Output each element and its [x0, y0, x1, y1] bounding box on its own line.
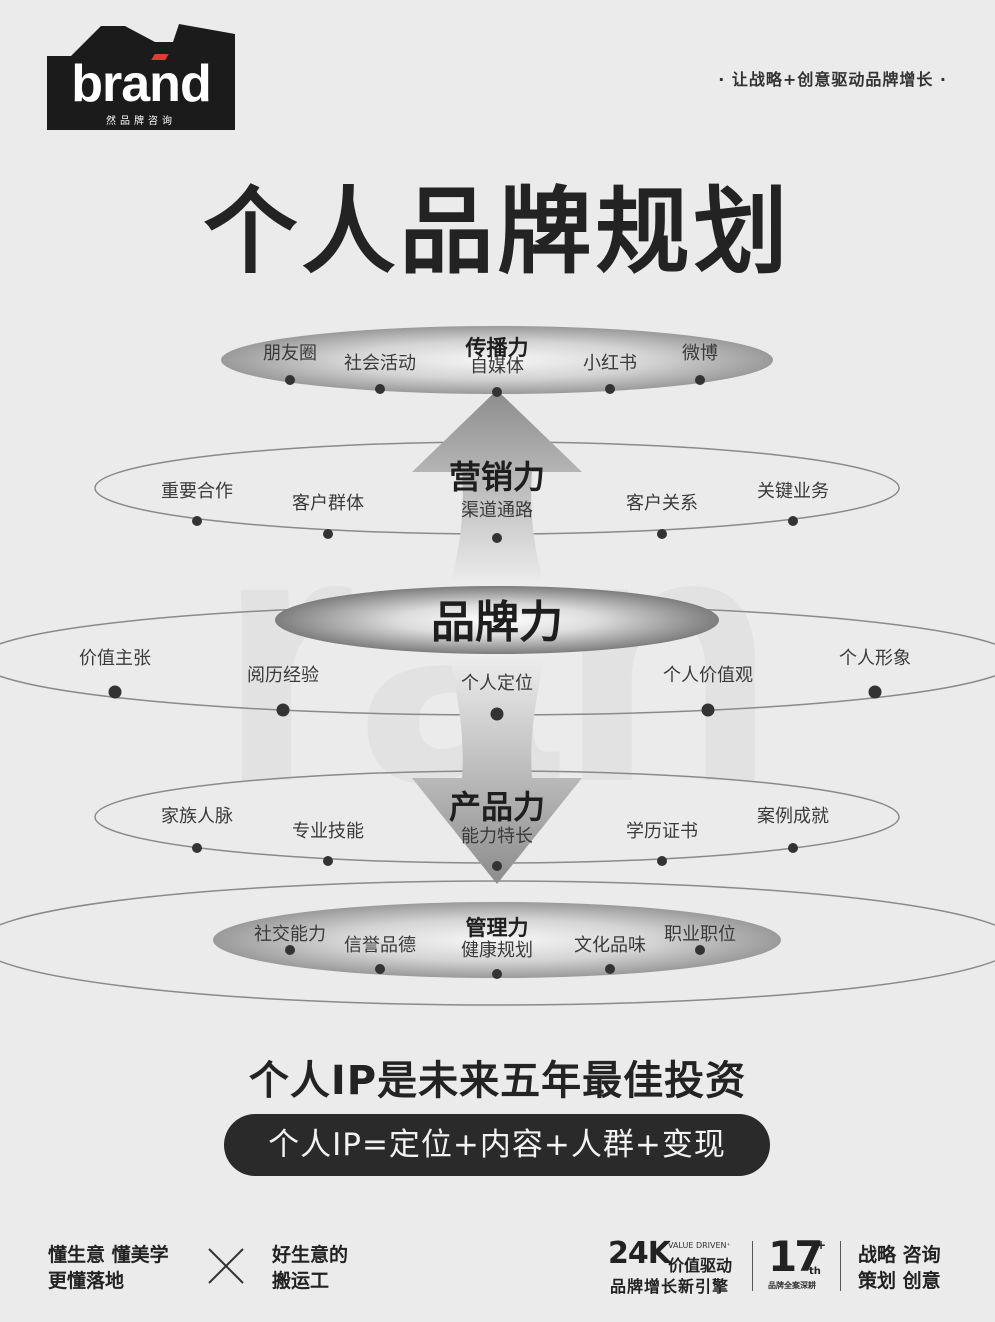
item-dot — [657, 529, 667, 539]
item-label: 渠道通路 — [461, 500, 533, 521]
item-dot — [108, 685, 122, 699]
item-dot — [788, 843, 798, 853]
footer-middle: 好生意的 搬运工 — [272, 1242, 348, 1294]
item-dot — [868, 685, 882, 699]
stat-24k-tag: VALUE DRIVEN⁺ — [668, 1241, 731, 1250]
footer-divider-2 — [840, 1241, 841, 1291]
footer-left-line2: 更懂落地 — [48, 1270, 125, 1292]
item-dot — [285, 945, 295, 955]
item-label: 健康规划 — [461, 940, 533, 961]
item-dot — [605, 384, 615, 394]
item-label: 客户关系 — [626, 493, 698, 514]
item-label: 能力特长 — [461, 826, 533, 847]
page-title: 个人品牌规划 — [203, 178, 792, 287]
formula-pill: 个人IP=定位+内容+人群+变现 — [224, 1114, 770, 1176]
item-label: 个人定位 — [461, 673, 533, 694]
item-dot — [492, 861, 502, 871]
item-dot — [276, 703, 290, 717]
item-dot — [788, 516, 798, 526]
item-label: 学历证书 — [626, 821, 698, 842]
item-label: 社会活动 — [344, 353, 416, 374]
footer-middle-line1: 好生意的 — [272, 1244, 349, 1266]
item-label: 客户群体 — [292, 493, 364, 514]
item-label: 重要合作 — [161, 481, 233, 502]
brand-logo: brand 然品牌咨询 — [47, 22, 237, 130]
item-label: 小红书 — [583, 353, 637, 374]
item-label: 专业技能 — [292, 821, 364, 842]
item-label: 阅历经验 — [247, 665, 319, 686]
footer-left-line1: 懂生意 懂美学 — [48, 1244, 169, 1266]
item-label: 个人形象 — [839, 648, 911, 669]
item-dot — [695, 945, 705, 955]
item-dot — [323, 856, 333, 866]
item-label: 职业职位 — [664, 924, 736, 945]
item-dot — [285, 375, 295, 385]
stat-17-plus: + — [816, 1238, 827, 1252]
item-dot — [323, 529, 333, 539]
footer-middle-line2: 搬运工 — [272, 1270, 330, 1292]
item-label: 家族人脉 — [161, 806, 233, 827]
stat-24k-value: 24K — [608, 1236, 671, 1271]
item-label: 关键业务 — [757, 481, 829, 502]
item-dot — [492, 533, 502, 543]
slogan: · 让战略+创意驱动品牌增长 · — [718, 70, 947, 89]
item-label: 文化品味 — [574, 935, 646, 956]
item-dot — [657, 856, 667, 866]
footer-right-line1: 战略 咨询 — [858, 1244, 941, 1266]
footer-divider-1 — [752, 1241, 753, 1291]
item-label: 自媒体 — [470, 356, 524, 377]
stat-17-caption: 品牌全案深耕 — [768, 1281, 816, 1290]
item-dot — [192, 843, 202, 853]
item-dot — [492, 387, 502, 397]
footer-right-line2: 策划 创意 — [858, 1270, 941, 1292]
item-label: 社交能力 — [254, 924, 326, 945]
cross-icon — [208, 1248, 244, 1284]
item-dot — [375, 384, 385, 394]
logo-wordmark: brand — [71, 55, 211, 113]
brand-layer-diagram: ran 传播力朋友圈社会活动自媒体小红书微博营销力重要合作客户群体渠道通路客户关… — [0, 300, 995, 1040]
item-label: 个人价值观 — [663, 665, 753, 686]
item-label: 信誉品德 — [344, 935, 416, 956]
logo-subtitle: 然品牌咨询 — [106, 116, 176, 127]
footer-left: 懂生意 懂美学 更懂落地 — [48, 1242, 169, 1294]
item-dot — [192, 516, 202, 526]
item-dot — [492, 969, 502, 979]
item-dot — [490, 707, 504, 721]
layer-title-1: 营销力 — [448, 458, 546, 496]
item-label: 价值主张 — [79, 648, 151, 669]
item-dot — [605, 964, 615, 974]
item-label: 案例成就 — [757, 806, 829, 827]
layer-title-2: 品牌力 — [431, 597, 563, 648]
footer-right: 战略 咨询 策划 创意 — [858, 1242, 941, 1294]
item-dot — [701, 703, 715, 717]
item-label: 朋友圈 — [263, 343, 317, 364]
item-label: 微博 — [682, 343, 718, 364]
item-dot — [375, 964, 385, 974]
stat-17-suffix: th — [809, 1266, 821, 1277]
headline: 个人IP是未来五年最佳投资 — [248, 1058, 747, 1104]
item-dot — [695, 375, 705, 385]
stat-24k-line2: 品牌增长新引擎 — [610, 1277, 730, 1296]
